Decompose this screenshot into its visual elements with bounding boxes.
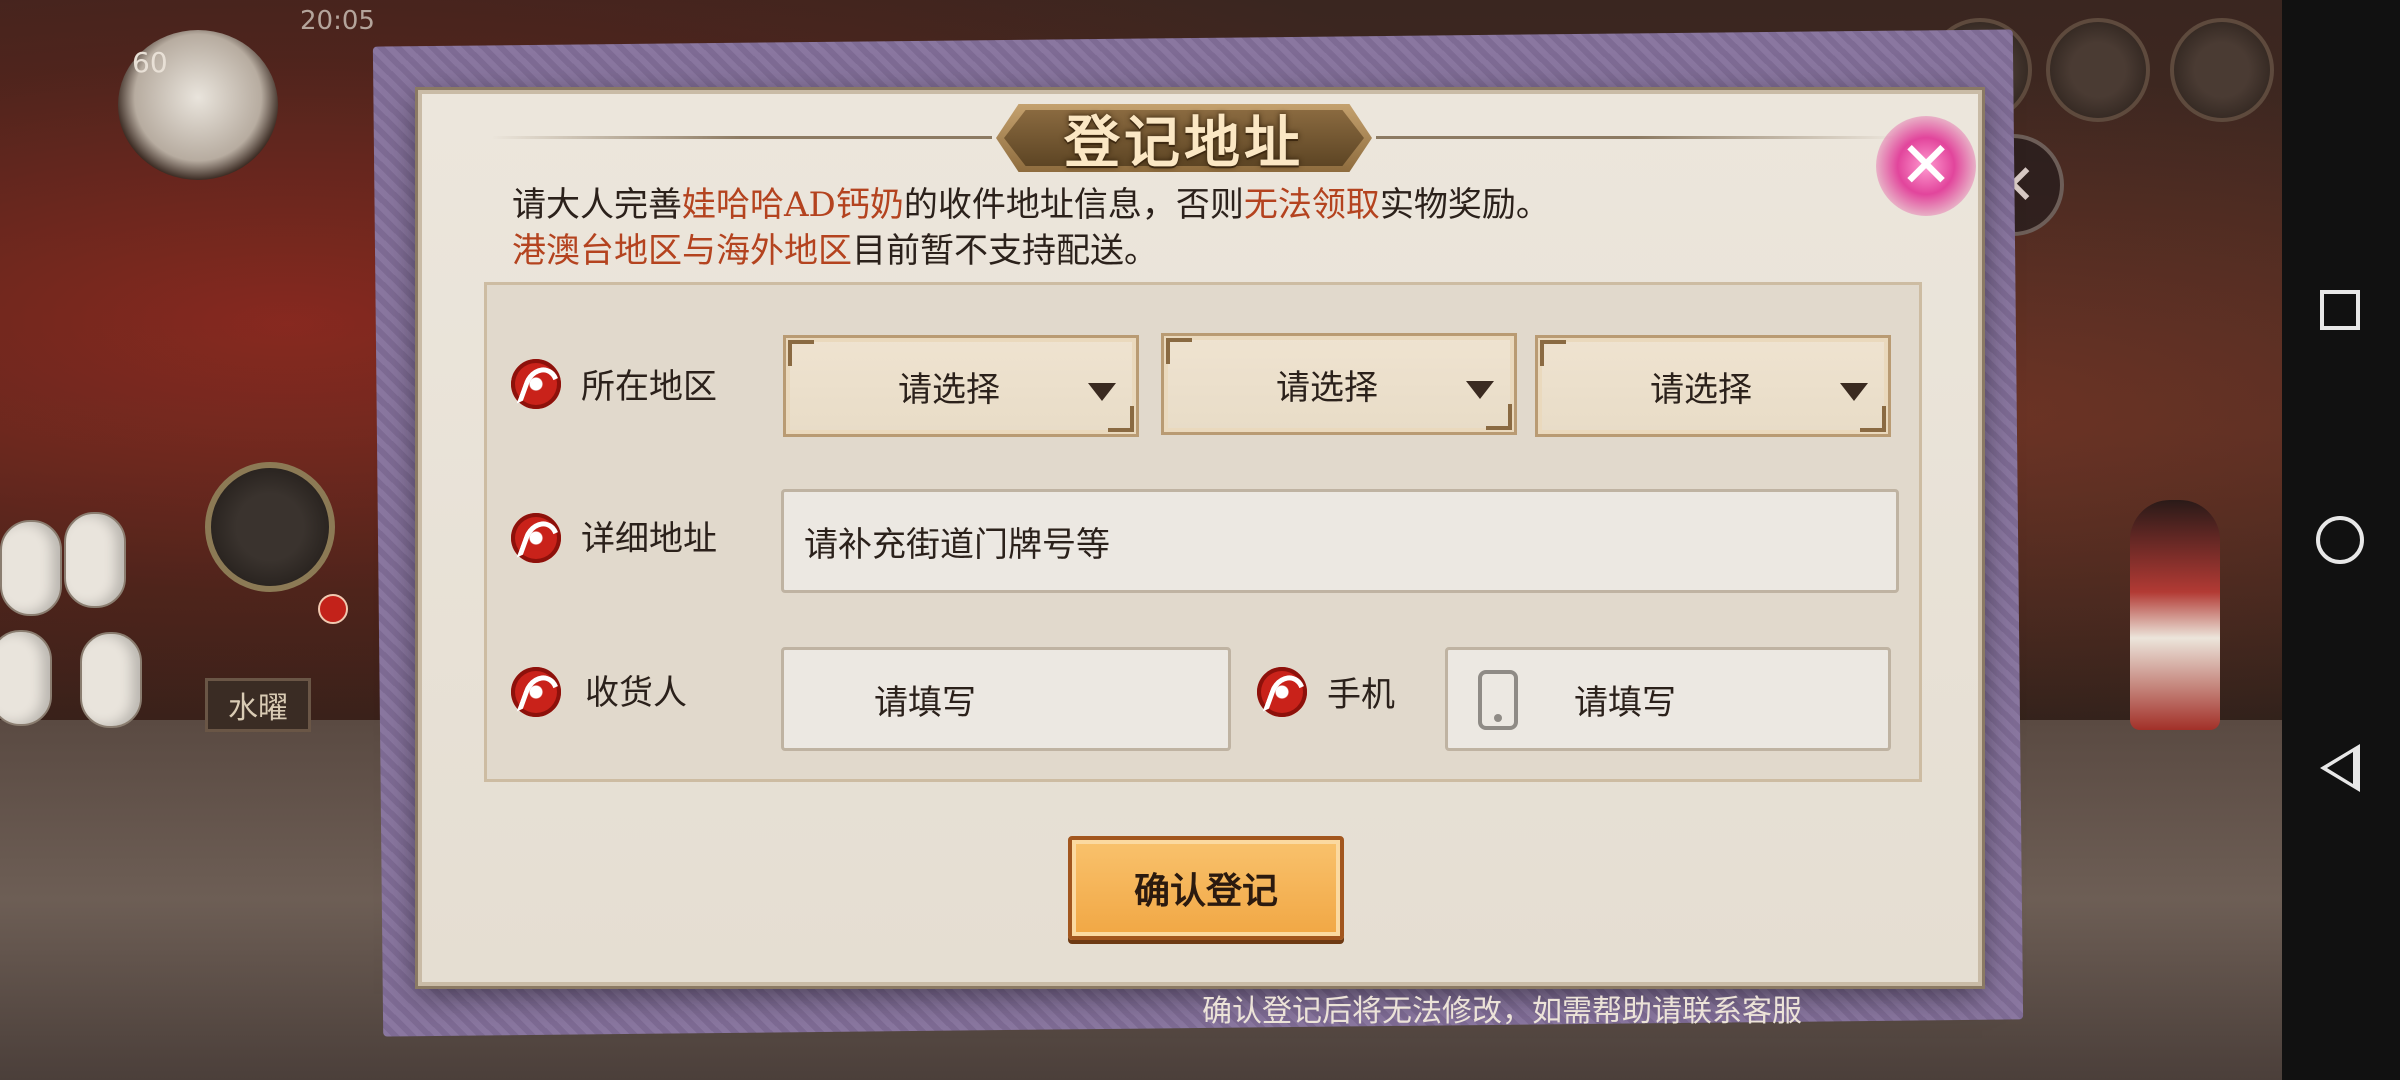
region-label: 所在地区	[581, 367, 717, 407]
notice-text-part: 的收件地址信息，否则	[903, 185, 1244, 225]
tomoe-icon	[1257, 667, 1307, 717]
title-divider-left	[492, 136, 992, 139]
notice-line-1: 请大人完善娃哈哈AD钙奶的收件地址信息，否则无法领取实物奖励。	[512, 182, 1550, 228]
scene-character	[2130, 500, 2220, 730]
caret-down-icon	[1088, 383, 1116, 401]
region-warning: 港澳台地区与海外地区	[512, 231, 852, 271]
address-placeholder: 请补充街道门牌号等	[804, 524, 1110, 565]
phone-icon	[1478, 670, 1518, 730]
notice-text-part: 请大人完善	[512, 185, 682, 225]
phone-placeholder: 请填写	[1574, 682, 1676, 723]
scene-lantern	[80, 632, 142, 728]
phone-input[interactable]: 请填写	[1445, 647, 1891, 751]
close-icon: ✕	[1899, 129, 1953, 203]
notice-text: 请大人完善娃哈哈AD钙奶的收件地址信息，否则无法领取实物奖励。 港澳台地区与海外…	[512, 182, 1550, 274]
scene-lantern	[64, 512, 126, 608]
receiver-placeholder: 请填写	[874, 682, 976, 723]
recents-button[interactable]	[2310, 280, 2370, 340]
notice-text-part: 实物奖励。	[1379, 185, 1550, 225]
scene-sign: 水曜	[205, 678, 311, 732]
notice-text-part: 目前暂不支持配送。	[852, 231, 1158, 271]
back-triangle-icon	[2320, 744, 2360, 792]
status-time: 20:05	[300, 6, 375, 36]
footer-note: 确认登记后将无法修改，如需帮助请联系客服	[1202, 994, 1802, 1029]
tomoe-icon	[511, 667, 561, 717]
title-plate: 登记地址	[996, 104, 1372, 172]
district-select[interactable]: 请选择	[1535, 335, 1891, 437]
back-button[interactable]	[2310, 738, 2370, 798]
notification-dot	[318, 594, 348, 624]
dialog-title: 登记地址	[1064, 109, 1304, 176]
close-button[interactable]: ✕	[1876, 116, 1976, 216]
city-select[interactable]: 请选择	[1161, 333, 1517, 435]
address-label: 详细地址	[581, 519, 717, 559]
scene-lantern	[0, 630, 52, 726]
caret-down-icon	[1840, 383, 1868, 401]
city-select-value: 请选择	[1276, 367, 1378, 408]
castle-icon[interactable]	[205, 462, 335, 592]
tomoe-icon	[511, 359, 561, 409]
address-form: 所在地区 请选择 请选择 请选择 详细地址 请补充街道门牌号等 收货人 请填写 …	[484, 282, 1922, 782]
province-select[interactable]: 请选择	[783, 335, 1139, 437]
province-select-value: 请选择	[898, 369, 1000, 410]
square-icon	[2320, 290, 2360, 330]
confirm-register-button[interactable]: 确认登记	[1068, 836, 1344, 940]
notice-line-2: 港澳台地区与海外地区目前暂不支持配送。	[512, 228, 1550, 274]
caret-down-icon	[1466, 381, 1494, 399]
title-divider-right	[1376, 136, 1896, 139]
receiver-input[interactable]: 请填写	[781, 647, 1231, 751]
tomoe-icon	[511, 513, 561, 563]
phone-label: 手机	[1327, 675, 1395, 715]
warning-text: 无法领取	[1243, 185, 1380, 225]
register-address-dialog: 登记地址 ✕ 请大人完善娃哈哈AD钙奶的收件地址信息，否则无法领取实物奖励。 港…	[418, 90, 1982, 986]
scene-lantern	[0, 520, 62, 616]
chat-icon[interactable]	[2170, 18, 2274, 122]
mail-icon[interactable]	[2046, 18, 2150, 122]
product-name: 娃哈哈AD钙奶	[682, 185, 904, 225]
home-button[interactable]	[2310, 510, 2370, 570]
receiver-label: 收货人	[585, 673, 687, 713]
address-input[interactable]: 请补充街道门牌号等	[781, 489, 1899, 593]
player-level: 60	[132, 46, 168, 79]
circle-icon	[2316, 516, 2364, 564]
district-select-value: 请选择	[1650, 369, 1752, 410]
